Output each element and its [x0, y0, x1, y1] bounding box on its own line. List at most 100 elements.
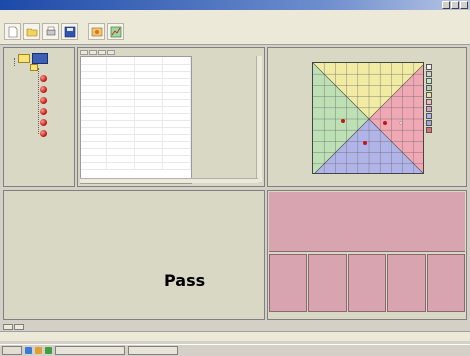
tree-item-sample[interactable] [40, 108, 47, 115]
table-row[interactable] [81, 141, 192, 149]
new-file-icon[interactable] [4, 23, 21, 40]
plot-legend [426, 64, 432, 174]
bottom-tab[interactable] [3, 324, 13, 330]
taskbar-app-button[interactable] [55, 346, 125, 355]
table-cell [162, 64, 192, 72]
sample-color-cell[interactable] [426, 254, 466, 312]
tree-item-sample[interactable] [40, 130, 47, 137]
table-tab[interactable] [89, 50, 97, 55]
table-cell [81, 85, 107, 93]
table-cell [134, 92, 163, 100]
pass-result: Pass [164, 271, 206, 290]
sample-color-cell[interactable] [387, 254, 426, 312]
table-row[interactable] [81, 78, 192, 86]
table-cell [134, 134, 163, 142]
tree-item-root[interactable] [18, 53, 48, 64]
bottom-tab[interactable] [14, 324, 24, 330]
table-tab[interactable] [107, 50, 115, 55]
table-tab[interactable] [98, 50, 106, 55]
folder-icon [18, 54, 30, 63]
table-cell [81, 134, 107, 142]
plot-marker [399, 121, 403, 125]
legend-swatch [426, 71, 432, 77]
table-cell [106, 99, 135, 107]
table-row[interactable] [81, 127, 192, 135]
table-row[interactable] [81, 99, 192, 107]
table-cell [134, 78, 163, 86]
measurement-grid[interactable] [80, 56, 192, 184]
table-cell [134, 71, 163, 79]
legend-swatch [426, 85, 432, 91]
table-cell [134, 141, 163, 149]
quicklaunch-icon[interactable] [35, 347, 42, 354]
table-cell [134, 155, 163, 163]
quicklaunch-icon[interactable] [25, 347, 32, 354]
close-button[interactable] [460, 1, 468, 9]
vertical-scrollbar[interactable] [256, 56, 262, 182]
save-icon[interactable] [61, 23, 78, 40]
table-tab[interactable] [80, 50, 88, 55]
plot-marker [383, 121, 387, 125]
table-cell [134, 127, 163, 135]
color-block-pane [267, 190, 467, 320]
table-cell [106, 148, 135, 156]
table-row[interactable] [81, 92, 192, 100]
sample-color-cell[interactable] [308, 254, 347, 312]
minimize-button[interactable] [442, 1, 450, 9]
table-cell [106, 127, 135, 135]
taskbar [0, 344, 470, 356]
table-cell [81, 57, 107, 65]
result-pane: Pass [3, 190, 265, 320]
print-icon[interactable] [42, 23, 59, 40]
table-cell [162, 57, 192, 65]
table-cell [106, 106, 135, 114]
root-node-icon [32, 53, 48, 64]
table-row[interactable] [81, 57, 192, 65]
taskbar-app-button[interactable] [128, 346, 178, 355]
legend-swatch [426, 78, 432, 84]
settings-icon[interactable] [88, 23, 105, 40]
table-row[interactable] [81, 113, 192, 121]
table-cell [106, 57, 135, 65]
legend-swatch [426, 127, 432, 133]
table-cell [106, 71, 135, 79]
start-button[interactable] [2, 346, 22, 355]
table-row[interactable] [81, 134, 192, 142]
quicklaunch-icon[interactable] [45, 347, 52, 354]
sample-color-cell[interactable] [347, 254, 387, 312]
window-controls [442, 1, 468, 9]
window-titlebar [0, 0, 470, 10]
table-row[interactable] [81, 120, 192, 128]
tree-item-group[interactable] [30, 64, 38, 71]
table-cell [162, 85, 192, 93]
table-cell [134, 57, 163, 65]
chart-icon[interactable] [107, 23, 124, 40]
table-row[interactable] [81, 85, 192, 93]
table-cell [134, 99, 163, 107]
legend-swatch [426, 106, 432, 112]
table-row[interactable] [81, 148, 192, 156]
table-cell [81, 141, 107, 149]
tree-item-sample[interactable] [40, 97, 47, 104]
table-row[interactable] [81, 155, 192, 163]
tree-item-sample[interactable] [40, 86, 47, 93]
table-row[interactable] [81, 106, 192, 114]
table-row[interactable] [81, 162, 192, 170]
table-cell [134, 113, 163, 121]
table-cell [162, 113, 192, 121]
table-cell [162, 99, 192, 107]
table-cell [134, 85, 163, 93]
maximize-button[interactable] [451, 1, 459, 9]
tree-item-sample[interactable] [40, 119, 47, 126]
sample-color-cell[interactable] [269, 254, 308, 312]
table-row[interactable] [81, 71, 192, 79]
legend-swatch [426, 120, 432, 126]
color-plot[interactable] [312, 62, 424, 174]
tree-item-sample[interactable] [40, 75, 47, 82]
open-folder-icon[interactable] [23, 23, 40, 40]
table-cell [81, 92, 107, 100]
horizontal-scrollbar[interactable] [80, 178, 258, 183]
table-row[interactable] [81, 64, 192, 72]
table-cell [162, 78, 192, 86]
table-cell [134, 148, 163, 156]
